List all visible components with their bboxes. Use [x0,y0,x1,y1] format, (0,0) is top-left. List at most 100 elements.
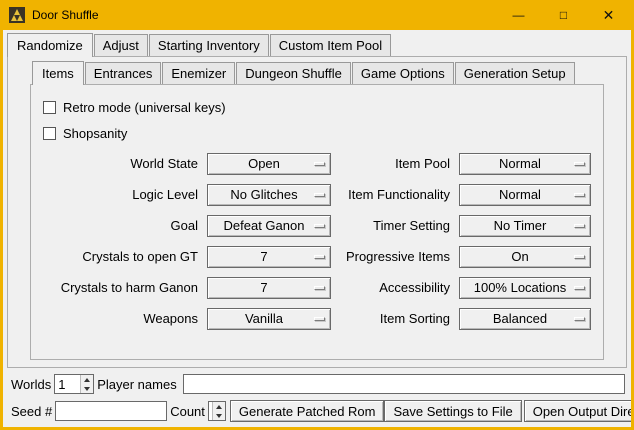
seed-label: Seed # [8,404,55,419]
arrow-down-icon [84,387,90,391]
count-spinbox[interactable] [208,401,226,421]
accessibility-value: 100% Locations [474,278,577,298]
timer-setting-label: Timer Setting [331,215,459,237]
dropdown-indicator-icon [574,224,585,228]
crystals-ganon-dropdown[interactable]: 7 [207,277,331,299]
crystals-gt-label: Crystals to open GT [39,246,207,268]
weapons-label: Weapons [39,308,207,330]
count-label: Count [167,404,208,419]
minimize-button[interactable]: — [496,0,541,30]
item-sorting-value: Balanced [493,309,557,329]
tab-items[interactable]: Items [32,61,84,85]
window-title: Door Shuffle [32,8,99,22]
open-output-directory-button[interactable]: Open Output Directory [524,400,634,422]
tab-custom-item-pool[interactable]: Custom Item Pool [270,34,391,56]
dropdown-indicator-icon [574,286,585,290]
app-icon [9,7,25,23]
weapons-value: Vanilla [245,309,293,329]
tab-randomize[interactable]: Randomize [7,33,93,57]
world-state-dropdown[interactable]: Open [207,153,331,175]
progressive-items-dropdown[interactable]: On [459,246,591,268]
door-shuffle-window: Door Shuffle — □ ✕ Randomize Adjust Star… [0,0,634,430]
progressive-items-value: On [511,247,538,267]
weapons-dropdown[interactable]: Vanilla [207,308,331,330]
timer-setting-value: No Timer [494,216,557,236]
close-icon: ✕ [603,7,615,24]
accessibility-label: Accessibility [331,277,459,299]
seed-row: Seed # Count Generate Patched Rom Save S… [8,398,626,424]
worlds-spin-arrows [80,375,93,393]
item-sorting-dropdown[interactable]: Balanced [459,308,591,330]
titlebar: Door Shuffle — □ ✕ [3,0,631,30]
close-button[interactable]: ✕ [586,0,631,30]
maximize-icon: □ [560,8,567,22]
dropdown-indicator-icon [574,255,585,259]
minimize-icon: — [513,8,525,22]
tab-game-options[interactable]: Game Options [352,62,454,84]
window-controls: — □ ✕ [496,0,631,30]
tab-enemizer[interactable]: Enemizer [162,62,235,84]
tab-generation-setup[interactable]: Generation Setup [455,62,575,84]
count-spin-arrows [212,402,225,420]
sub-tab-bar: Items Entrances Enemizer Dungeon Shuffle… [30,61,604,84]
crystals-ganon-value: 7 [260,278,277,298]
logic-level-dropdown[interactable]: No Glitches [207,184,331,206]
randomize-panel: Items Entrances Enemizer Dungeon Shuffle… [7,56,627,368]
tab-starting-inventory[interactable]: Starting Inventory [149,34,269,56]
bottom-bar: Worlds Player names Seed # Count [3,368,631,427]
retro-mode-checkbox[interactable] [43,101,56,114]
goal-value: Defeat Ganon [224,216,315,236]
player-names-input[interactable] [183,374,625,394]
item-pool-dropdown[interactable]: Normal [459,153,591,175]
dropdown-indicator-icon [314,162,325,166]
tab-entrances[interactable]: Entrances [85,62,162,84]
retro-mode-label: Retro mode (universal keys) [63,101,226,114]
count-spin-up-button[interactable] [213,402,225,411]
shopsanity-label: Shopsanity [63,127,127,140]
shopsanity-row: Shopsanity [43,121,595,145]
item-pool-value: Normal [499,154,551,174]
crystals-gt-value: 7 [260,247,277,267]
progressive-items-label: Progressive Items [331,246,459,268]
accessibility-dropdown[interactable]: 100% Locations [459,277,591,299]
generate-patched-rom-button[interactable]: Generate Patched Rom [230,400,385,422]
dropdown-indicator-icon [314,317,325,321]
crystals-gt-dropdown[interactable]: 7 [207,246,331,268]
dropdown-indicator-icon [314,255,325,259]
seed-input[interactable] [55,401,167,421]
item-functionality-dropdown[interactable]: Normal [459,184,591,206]
worlds-spin-up-button[interactable] [81,375,93,384]
item-functionality-label: Item Functionality [331,184,459,206]
timer-setting-dropdown[interactable]: No Timer [459,215,591,237]
item-functionality-value: Normal [499,185,551,205]
dropdown-indicator-icon [574,193,585,197]
logic-level-value: No Glitches [230,185,307,205]
dropdown-indicator-icon [574,317,585,321]
world-state-label: World State [39,153,207,175]
worlds-input[interactable] [55,375,80,393]
dropdown-indicator-icon [314,224,325,228]
crystals-ganon-label: Crystals to harm Ganon [39,277,207,299]
count-spin-down-button[interactable] [213,411,225,420]
retro-mode-row: Retro mode (universal keys) [43,95,595,119]
save-settings-button[interactable]: Save Settings to File [384,400,521,422]
shopsanity-checkbox[interactable] [43,127,56,140]
goal-dropdown[interactable]: Defeat Ganon [207,215,331,237]
worlds-row: Worlds Player names [8,371,626,397]
tab-dungeon-shuffle[interactable]: Dungeon Shuffle [236,62,351,84]
arrow-up-icon [216,405,222,409]
dropdown-indicator-icon [314,286,325,290]
tab-adjust[interactable]: Adjust [94,34,148,56]
worlds-spin-down-button[interactable] [81,384,93,393]
worlds-spinbox[interactable] [54,374,94,394]
maximize-button[interactable]: □ [541,0,586,30]
dropdown-indicator-icon [574,162,585,166]
arrow-down-icon [216,414,222,418]
main-tab-bar: Randomize Adjust Starting Inventory Cust… [3,30,631,56]
world-state-value: Open [248,154,290,174]
player-names-label: Player names [94,377,179,392]
options-grid: World State Open Item Pool Normal Logic … [39,153,595,330]
item-pool-label: Item Pool [331,153,459,175]
dropdown-indicator-icon [314,193,325,197]
app-body: Randomize Adjust Starting Inventory Cust… [3,30,631,427]
